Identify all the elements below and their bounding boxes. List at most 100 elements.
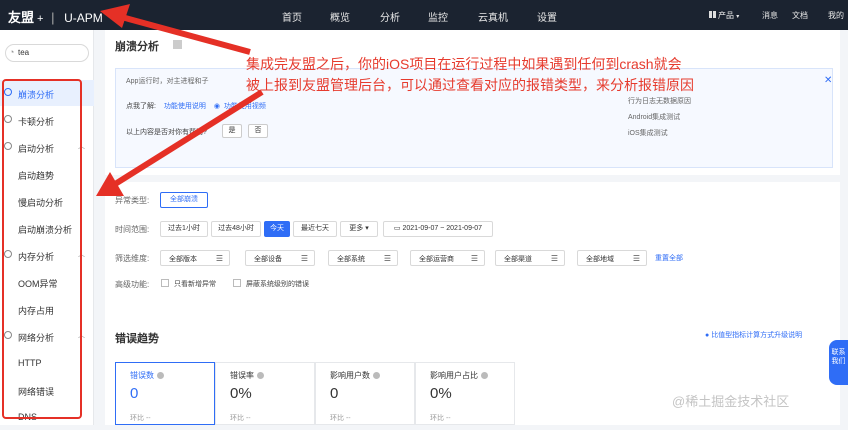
metric-value: 0% xyxy=(230,385,252,402)
nav-overview[interactable]: 概览 xyxy=(330,9,350,24)
info-icon xyxy=(481,372,488,380)
region-filter-label: 全部地域 xyxy=(586,256,614,263)
reset-all-link[interactable]: 重置全部 xyxy=(655,253,683,263)
carrier-filter[interactable]: 全部运营商 ☰ xyxy=(410,250,485,266)
metric-label: 影响用户数 xyxy=(330,371,370,380)
nav-settings[interactable]: 设置 xyxy=(537,9,557,24)
filter-dimension-label: 筛选维度: xyxy=(115,254,150,263)
carrier-filter-label: 全部运营商 xyxy=(419,256,454,263)
learn-label: 点我了解: xyxy=(126,103,156,110)
filter-panel: 异常类型: 全部崩溃 时间范围: 过去1小时 过去48小时 今天 最近七天 更多… xyxy=(105,182,840,322)
metric-change: 环比 -- xyxy=(430,415,451,422)
hide-system-errors-checkbox[interactable] xyxy=(233,279,241,287)
device-filter[interactable]: 全部设备 ☰ xyxy=(245,250,315,266)
annotation-text-line1: 集成完友盟之后，你的iOS项目在运行过程中如果遇到任何到crash就会 xyxy=(246,56,682,72)
time-last-7-days[interactable]: 最近七天 xyxy=(293,221,337,237)
time-more-label: 更多 xyxy=(349,225,364,232)
exception-type-label: 异常类型: xyxy=(115,196,150,205)
help-link-ios[interactable]: iOS集成测试 xyxy=(628,128,668,138)
info-icon xyxy=(257,372,264,380)
calendar-icon: ▭ xyxy=(393,225,401,232)
metric-value: 0% xyxy=(430,385,452,402)
nav-home[interactable]: 首页 xyxy=(282,9,302,24)
metric-card-affected-users[interactable]: 影响用户数 0 环比 -- xyxy=(315,362,415,425)
help-link-log[interactable]: 行为日志无数据原因 xyxy=(628,96,691,106)
metric-change: 环比 -- xyxy=(130,415,151,422)
close-icon[interactable]: ✕ xyxy=(824,75,832,86)
date-range-picker[interactable]: ▭ 2021-09-07 ~ 2021-09-07 xyxy=(383,221,493,237)
metric-label: 影响用户占比 xyxy=(430,371,478,380)
contact-us-button[interactable]: 联系我们 xyxy=(829,340,848,385)
date-range-value: 2021-09-07 ~ 2021-09-07 xyxy=(402,225,483,232)
grid-icon xyxy=(709,11,716,18)
brand-logo[interactable]: 友盟 + | U-APM xyxy=(8,7,103,26)
metric-value: 0 xyxy=(330,385,339,402)
advanced-label: 高级功能: xyxy=(115,280,150,289)
time-today[interactable]: 今天 xyxy=(264,221,290,237)
feedback-yes-button[interactable]: 是 xyxy=(222,124,242,138)
filter-icon: ☰ xyxy=(215,254,223,263)
new-only-checkbox[interactable] xyxy=(161,279,169,287)
brand-plus: + xyxy=(37,13,44,25)
error-trend-title: 错误趋势 xyxy=(115,333,159,345)
time-past-1h[interactable]: 过去1小时 xyxy=(160,221,208,237)
page-title: 崩溃分析 xyxy=(115,41,159,53)
info-icon xyxy=(373,372,380,380)
my-account-link[interactable]: 我的 xyxy=(828,10,844,21)
brand-divider: | xyxy=(51,10,55,25)
top-navigation-bar: 友盟 + | U-APM 首页 概览 分析 监控 云真机 设置 产品 ▾ 消息 文… xyxy=(0,0,848,30)
app-selector[interactable]: ◔ tea xyxy=(5,44,89,62)
book-icon[interactable] xyxy=(173,40,182,49)
filter-icon: ☰ xyxy=(632,254,640,263)
filter-icon: ☰ xyxy=(470,254,478,263)
watermark: @稀土掘金技术社区 xyxy=(672,394,790,409)
feedback-question: 以上内容是否对你有帮助? xyxy=(126,129,207,136)
nav-monitor[interactable]: 监控 xyxy=(428,9,448,24)
annotation-text-line2: 被上报到友盟管理后台，可以通过查看对应的报错类型，来分析报错原因 xyxy=(246,77,694,93)
time-more-dropdown[interactable]: 更多 ▾ xyxy=(340,221,378,237)
channel-filter[interactable]: 全部渠道 ☰ xyxy=(495,250,565,266)
product-name: U-APM xyxy=(64,11,103,25)
usage-guide-link[interactable]: 功能使用说明 xyxy=(164,103,206,110)
play-icon: ◉ xyxy=(213,103,220,110)
nav-analysis[interactable]: 分析 xyxy=(380,9,400,24)
channel-filter-label: 全部渠道 xyxy=(504,256,532,263)
messages-link[interactable]: 消息 xyxy=(762,10,778,21)
filter-icon: ☰ xyxy=(383,254,391,263)
docs-link[interactable]: 文档 xyxy=(792,10,808,21)
exception-type-all-crashes[interactable]: 全部崩溃 xyxy=(160,192,208,208)
metric-card-error-count[interactable]: 错误数 0 环比 -- xyxy=(115,362,215,425)
system-filter[interactable]: 全部系统 ☰ xyxy=(328,250,398,266)
nav-cloud-device[interactable]: 云真机 xyxy=(478,9,508,24)
device-filter-label: 全部设备 xyxy=(254,256,282,263)
filter-icon: ☰ xyxy=(550,254,558,263)
products-label: 产品 xyxy=(718,11,734,20)
brand-name: 友盟 xyxy=(8,10,35,25)
system-filter-label: 全部系统 xyxy=(337,256,365,263)
annotation-highlight-box xyxy=(2,79,82,419)
learn-row: 点我了解: 功能使用说明 ◉ 功能使用视频 xyxy=(126,101,266,111)
metric-card-error-rate[interactable]: 错误率 0% 环比 -- xyxy=(215,362,315,425)
metric-card-affected-user-ratio[interactable]: 影响用户占比 0% 环比 -- xyxy=(415,362,515,425)
metric-label: 错误率 xyxy=(230,371,254,380)
filter-icon: ☰ xyxy=(300,254,308,263)
chevron-down-icon: ▾ xyxy=(365,225,369,232)
products-menu[interactable]: 产品 ▾ xyxy=(709,10,739,21)
intro-panel: 崩溃分析 App运行时，对主进程和子 点我了解: 功能使用说明 ◉ 功能使用视频… xyxy=(105,30,840,175)
metric-upgrade-link[interactable]: ● 比值型指标计算方式升级说明 xyxy=(705,330,802,340)
chevron-down-icon: ▾ xyxy=(736,14,740,20)
usage-video-link[interactable]: 功能使用视频 xyxy=(224,103,266,110)
version-filter-label: 全部版本 xyxy=(169,256,197,263)
metric-value: 0 xyxy=(130,385,139,402)
metric-change: 环比 -- xyxy=(330,415,351,422)
time-past-48h[interactable]: 过去48小时 xyxy=(211,221,261,237)
metric-upgrade-label: 比值型指标计算方式升级说明 xyxy=(711,332,803,339)
app-name: tea xyxy=(18,48,30,57)
help-link-android[interactable]: Android集成测试 xyxy=(628,112,680,122)
metric-change: 环比 -- xyxy=(230,415,251,422)
region-filter[interactable]: 全部地域 ☰ xyxy=(577,250,647,266)
info-icon xyxy=(157,372,164,380)
metric-label: 错误数 xyxy=(130,371,154,380)
feedback-no-button[interactable]: 否 xyxy=(248,124,268,138)
version-filter[interactable]: 全部版本 ☰ xyxy=(160,250,230,266)
